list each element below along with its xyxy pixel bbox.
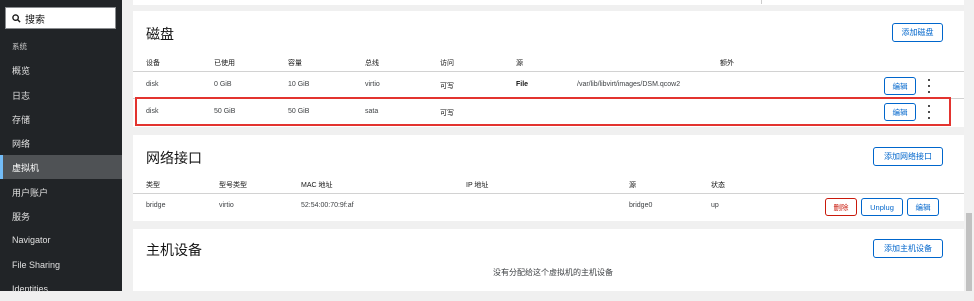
col-device: 设备 xyxy=(146,60,160,67)
col-extra: 额外 xyxy=(720,60,734,67)
col-state: 状态 xyxy=(711,182,725,189)
col-capacity: 容量 xyxy=(288,60,302,67)
add-disk-button[interactable]: 添加磁盘 xyxy=(892,23,943,42)
delete-nic-button[interactable]: 删除 xyxy=(825,198,857,216)
network-title: 网络接口 xyxy=(146,150,202,166)
add-host-device-button[interactable]: 添加主机设备 xyxy=(873,239,943,258)
sidebar-item-overview[interactable]: 概览 xyxy=(0,58,122,82)
sidebar-item-logs[interactable]: 日志 xyxy=(0,83,122,107)
col-model-type: 型号类型 xyxy=(219,182,247,189)
search-placeholder: 搜索 xyxy=(25,14,45,26)
nic-model: virtio xyxy=(219,202,234,209)
highlight-box xyxy=(135,97,951,126)
edit-nic-button[interactable]: 编辑 xyxy=(907,198,939,216)
disk-capacity: 10 GiB xyxy=(288,81,310,88)
col-bus: 总线 xyxy=(365,60,379,67)
disk-source-path: /var/lib/libvirt/images/DSM.qcow2 xyxy=(577,81,681,88)
nic-type: bridge xyxy=(146,202,166,209)
search-input[interactable]: 搜索 xyxy=(5,7,116,29)
col-mac: MAC 地址 xyxy=(301,182,333,189)
disk-used: 0 GiB xyxy=(214,81,232,88)
disk-bus: virtio xyxy=(365,81,380,88)
nav-group-system: 系统 xyxy=(12,41,27,51)
divider xyxy=(761,0,762,4)
nic-mac: 52:54:00:70:9f:af xyxy=(301,202,354,209)
sidebar-item-storage[interactable]: 存储 xyxy=(0,107,122,131)
previous-card-bottom xyxy=(133,0,973,5)
disks-title: 磁盘 xyxy=(146,26,174,42)
col-source: 源 xyxy=(516,60,523,67)
scrollbar[interactable] xyxy=(964,0,974,291)
sidebar-item-networking[interactable]: 网络 xyxy=(0,131,122,155)
sidebar-item-virtual-machines[interactable]: 虚拟机 xyxy=(0,155,122,179)
add-network-interface-button[interactable]: 添加网络接口 xyxy=(873,147,943,166)
col-access: 访问 xyxy=(440,60,454,67)
sidebar-item-file-sharing[interactable]: File Sharing xyxy=(0,253,122,277)
unplug-nic-button[interactable]: Unplug xyxy=(861,198,903,216)
nic-source: bridge0 xyxy=(629,202,653,209)
empty-state-message: 没有分配给这个虚拟机的主机设备 xyxy=(493,268,613,277)
network-card: 网络接口 添加网络接口 类型 型号类型 MAC 地址 IP 地址 源 状态 br… xyxy=(133,135,973,221)
kebab-menu-icon[interactable] xyxy=(926,79,932,93)
col-ip: IP 地址 xyxy=(466,182,489,189)
host-devices-title: 主机设备 xyxy=(146,242,202,258)
col-used: 已使用 xyxy=(214,60,235,67)
nic-state: up xyxy=(711,202,719,209)
disk-source-type: File xyxy=(516,81,529,88)
disk-device: disk xyxy=(146,81,159,88)
row-divider xyxy=(133,71,973,72)
disk-access: 可写 xyxy=(440,83,454,90)
row-divider xyxy=(133,193,973,194)
search-icon xyxy=(12,13,21,23)
sidebar-item-identities[interactable]: Identities xyxy=(0,277,122,301)
col-type: 类型 xyxy=(146,182,160,189)
sidebar-item-navigator[interactable]: Navigator xyxy=(0,228,122,252)
sidebar-item-services[interactable]: 服务 xyxy=(0,204,122,228)
sidebar: 搜索 系统 概览 日志 存储 网络 虚拟机 用户账户 服务 Navigator … xyxy=(0,0,122,294)
host-devices-card: 主机设备 添加主机设备 没有分配给这个虚拟机的主机设备 xyxy=(133,229,973,291)
scrollbar-thumb[interactable] xyxy=(966,213,972,291)
edit-disk-button[interactable]: 编辑 xyxy=(884,77,916,95)
sidebar-item-accounts[interactable]: 用户账户 xyxy=(0,180,122,204)
col-source: 源 xyxy=(629,182,636,189)
